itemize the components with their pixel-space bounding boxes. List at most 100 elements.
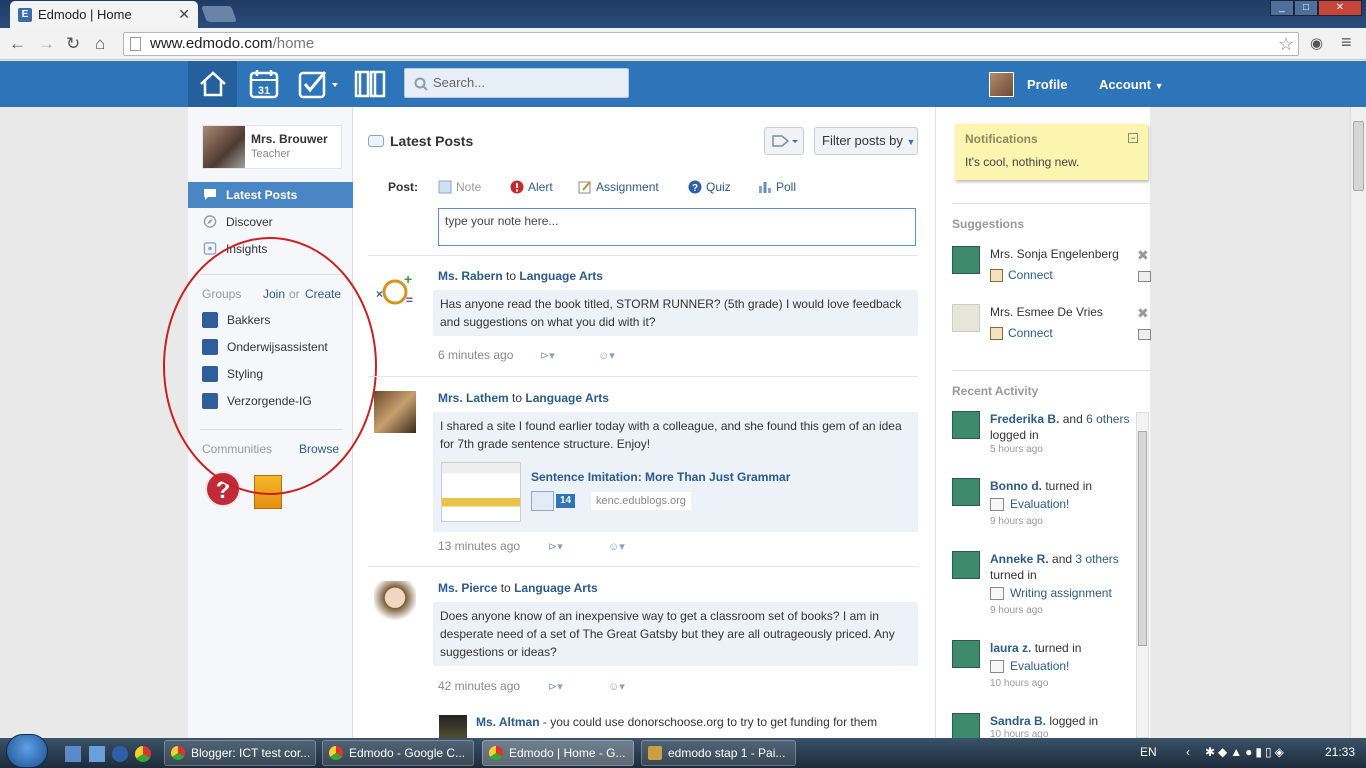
reload-icon[interactable]: ↻: [66, 34, 80, 54]
scrollbar-thumb[interactable]: [1138, 431, 1147, 646]
suggestion-avatar[interactable]: [952, 246, 980, 274]
post-avatar[interactable]: [374, 581, 416, 623]
activity-user[interactable]: Frederika B.: [990, 412, 1059, 426]
explorer-icon[interactable]: [89, 746, 105, 762]
wrench-menu-icon[interactable]: ≡: [1341, 32, 1352, 53]
connect-button[interactable]: Connect: [990, 326, 1053, 340]
reaction-icon[interactable]: ☺▾: [608, 540, 625, 553]
suggestion-name[interactable]: Mrs. Sonja Engelenberg: [990, 247, 1119, 261]
tag-post-icon[interactable]: ⊳▾: [548, 540, 563, 553]
activity-avatar[interactable]: [952, 551, 980, 579]
post-author[interactable]: Mrs. Lathem: [438, 391, 509, 405]
speech-bubble-icon: [204, 189, 216, 200]
new-tab-button[interactable]: [201, 6, 237, 22]
taskbar-button[interactable]: edmodo stap 1 - Pai...: [641, 740, 796, 766]
activity-avatar[interactable]: [952, 478, 980, 506]
filter-posts-button[interactable]: Filter posts by ▼: [814, 127, 918, 155]
post-avatar[interactable]: [374, 391, 416, 433]
extension-icon[interactable]: ◉: [1310, 34, 1323, 52]
message-icon[interactable]: [1138, 271, 1151, 282]
reaction-icon[interactable]: ☺▾: [608, 680, 625, 693]
start-button[interactable]: [6, 734, 48, 768]
page-scrollbar[interactable]: [1350, 107, 1366, 738]
close-tab-icon[interactable]: ✕: [178, 6, 190, 23]
activity-assignment-link[interactable]: Writing assignment: [990, 586, 1112, 600]
others-link[interactable]: 6 others: [1086, 412, 1129, 426]
link-thumbnail[interactable]: [441, 462, 521, 522]
activity-assignment-link[interactable]: Evaluation!: [990, 497, 1069, 511]
activity-assignment-link[interactable]: Evaluation!: [990, 659, 1069, 673]
library-button[interactable]: [353, 69, 387, 102]
activity-user[interactable]: Sandra B.: [990, 714, 1046, 728]
post-type-poll[interactable]: Poll: [758, 180, 796, 194]
tray-icons[interactable]: ✱◆▲●▮▯◈: [1205, 745, 1287, 759]
close-window-icon[interactable]: ✕: [1318, 0, 1362, 16]
clock[interactable]: 21:33: [1325, 745, 1355, 759]
reaction-icon[interactable]: ☺▾: [598, 349, 615, 362]
account-menu[interactable]: Account ▼: [1099, 77, 1164, 92]
profile-link[interactable]: Profile: [1027, 77, 1067, 92]
bookmark-star-icon[interactable]: ☆: [1278, 33, 1294, 55]
address-bar[interactable]: www.edmodo.com/home ☆: [123, 32, 1299, 56]
add-to-library-icon[interactable]: [531, 491, 554, 511]
connect-button[interactable]: Connect: [990, 268, 1053, 282]
suggestion-avatar[interactable]: [952, 304, 980, 332]
activity-user[interactable]: Anneke R.: [990, 552, 1049, 566]
chrome-icon[interactable]: [135, 746, 151, 762]
activity-user[interactable]: Bonno d.: [990, 479, 1042, 493]
others-link[interactable]: 3 others: [1075, 552, 1118, 566]
post-type-assignment[interactable]: Assignment: [578, 180, 659, 194]
profile-avatar[interactable]: [989, 72, 1014, 97]
tag-filter-button[interactable]: [764, 127, 804, 155]
suggestion-name[interactable]: Mrs. Esmee De Vries: [990, 305, 1103, 319]
minimize-icon[interactable]: _: [1270, 0, 1294, 16]
taskbar-label: edmodo stap 1 - Pai...: [668, 746, 786, 760]
taskbar-button[interactable]: Edmodo - Google C...: [322, 740, 474, 766]
calendar-button[interactable]: 31: [249, 69, 279, 102]
sidebar-item-discover[interactable]: Discover: [188, 209, 353, 235]
reply-author[interactable]: Ms. Altman: [476, 715, 540, 729]
post-time[interactable]: 6 minutes ago: [438, 348, 513, 362]
post-type-alert[interactable]: Alert: [510, 180, 553, 194]
post-group[interactable]: Language Arts: [525, 391, 609, 405]
tag-post-icon[interactable]: ⊳▾: [548, 680, 563, 693]
home-icon[interactable]: ⌂: [95, 34, 105, 54]
post-group[interactable]: Language Arts: [519, 269, 603, 283]
dismiss-icon[interactable]: ✖: [1137, 305, 1149, 322]
grades-button[interactable]: [298, 69, 340, 102]
activity-scrollbar[interactable]: [1136, 412, 1149, 738]
show-desktop-icon[interactable]: [65, 746, 81, 762]
post-avatar[interactable]: + × =: [374, 270, 416, 312]
scrollbar-thumb[interactable]: [1353, 121, 1364, 191]
post-group[interactable]: Language Arts: [514, 581, 598, 595]
post-time[interactable]: 13 minutes ago: [438, 539, 520, 553]
activity-user[interactable]: laura z.: [990, 641, 1031, 655]
tag-post-icon[interactable]: ⊳▾: [540, 349, 555, 362]
post-type-quiz[interactable]: ? Quiz: [688, 180, 731, 194]
post-author[interactable]: Ms. Pierce: [438, 581, 497, 595]
activity-avatar[interactable]: [952, 411, 980, 439]
app-icon[interactable]: [112, 746, 128, 762]
home-button[interactable]: [188, 61, 237, 107]
tray-expand-icon[interactable]: ‹: [1186, 745, 1190, 759]
activity-avatar[interactable]: [952, 640, 980, 668]
minimize-icon[interactable]: −: [1128, 133, 1138, 143]
user-card[interactable]: Mrs. Brouwer Teacher: [202, 125, 342, 169]
taskbar-button[interactable]: Blogger: ICT test cor...: [164, 740, 316, 766]
taskbar-button[interactable]: Edmodo | Home - G...: [482, 740, 634, 766]
post-type-note[interactable]: Note: [438, 180, 481, 194]
link-title[interactable]: Sentence Imitation: More Than Just Gramm…: [531, 468, 790, 486]
sidebar-item-latest-posts[interactable]: Latest Posts: [188, 182, 353, 208]
post-time[interactable]: 42 minutes ago: [438, 679, 520, 693]
post-author[interactable]: Ms. Rabern: [438, 269, 503, 283]
message-icon[interactable]: [1138, 329, 1151, 340]
search-input[interactable]: Search...: [404, 68, 629, 98]
forward-icon[interactable]: →: [38, 34, 55, 54]
dismiss-icon[interactable]: ✖: [1137, 247, 1149, 264]
maximize-icon[interactable]: □: [1294, 0, 1318, 16]
activity-avatar[interactable]: [952, 713, 980, 741]
back-icon[interactable]: ←: [9, 34, 26, 54]
browser-tab[interactable]: E Edmodo | Home ✕: [10, 1, 198, 28]
language-indicator[interactable]: EN: [1140, 745, 1157, 759]
note-input[interactable]: type your note here...: [438, 208, 916, 246]
